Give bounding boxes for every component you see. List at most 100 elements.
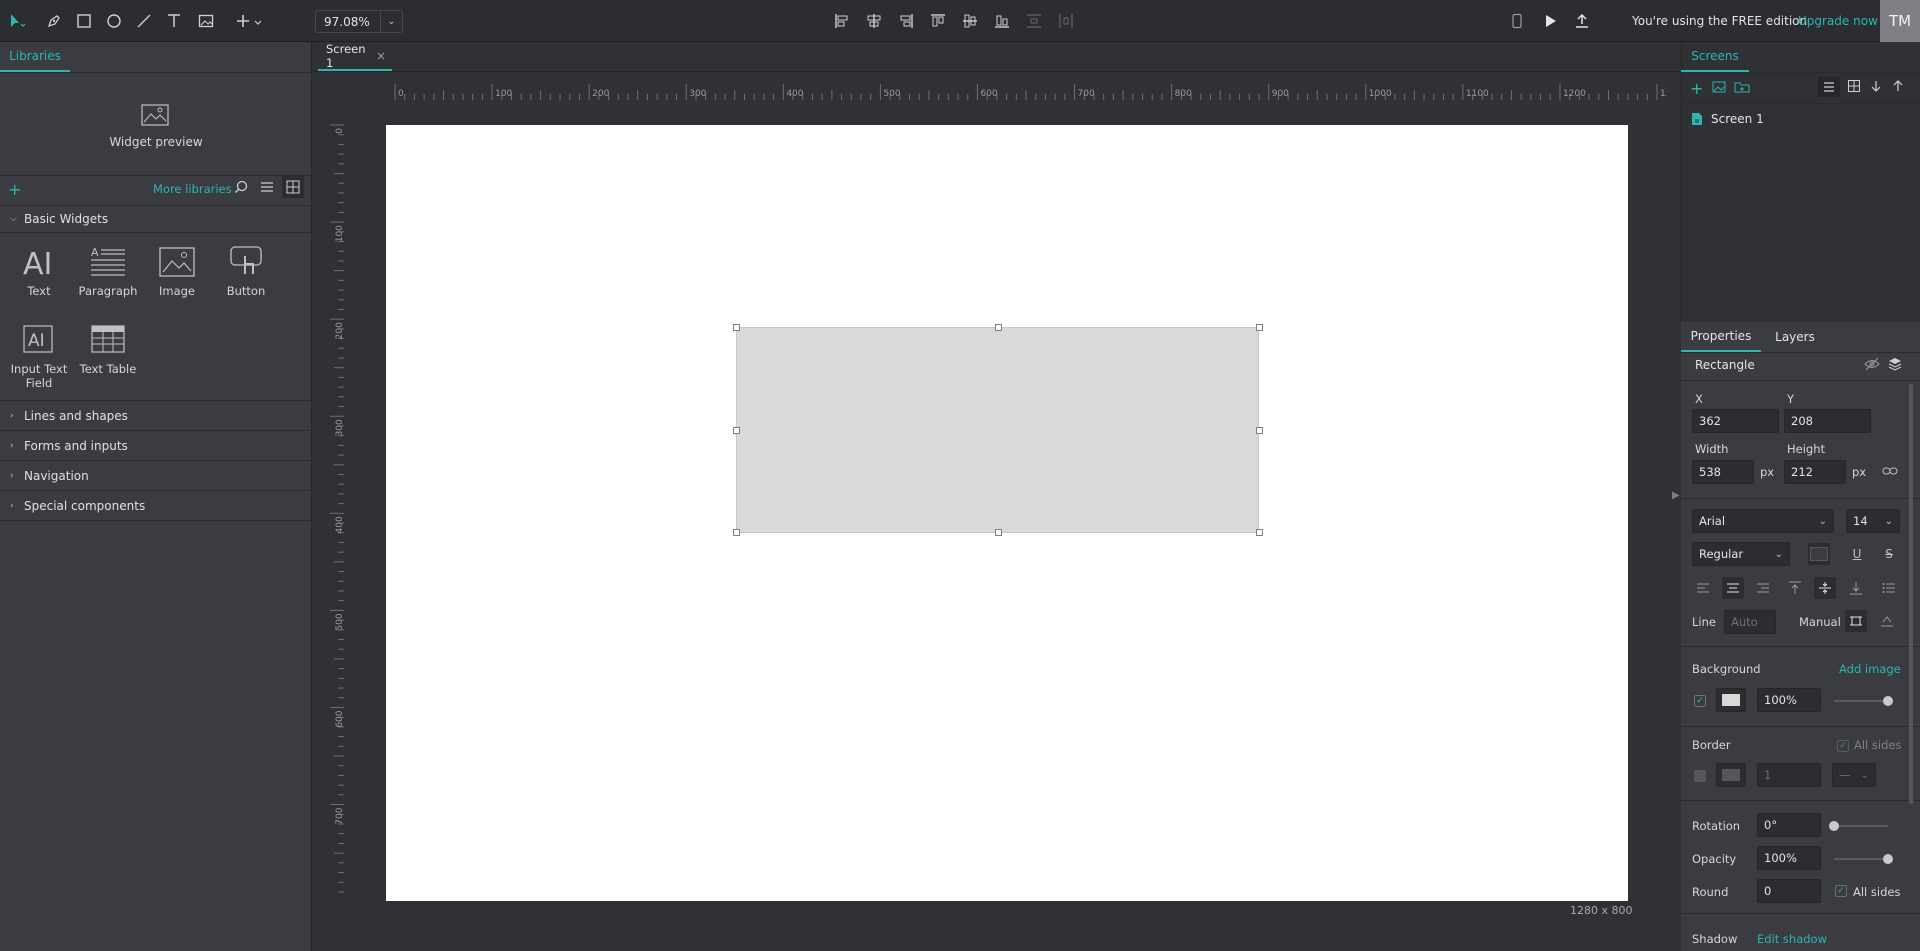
line-height-field[interactable]: Auto <box>1724 610 1776 634</box>
opacity-field[interactable]: 100% <box>1757 846 1821 870</box>
slider-knob[interactable] <box>1883 696 1893 706</box>
fixed-size-icon[interactable] <box>1845 610 1867 632</box>
ellipse-tool-icon[interactable] <box>104 11 124 31</box>
tab-screen-1[interactable]: Screen 1 × <box>318 42 392 71</box>
add-screen-icon[interactable]: + <box>1690 79 1703 98</box>
text-color-swatch[interactable] <box>1808 543 1830 565</box>
align-center-h-icon[interactable] <box>864 11 884 31</box>
round-all-sides-checkbox[interactable]: ✓ <box>1835 885 1847 897</box>
list-view-icon[interactable] <box>1818 77 1840 97</box>
resize-handle[interactable] <box>995 324 1002 331</box>
background-opacity-field[interactable]: 100% <box>1757 688 1821 712</box>
resize-handle[interactable] <box>995 529 1002 536</box>
pen-tool-icon[interactable] <box>44 11 64 31</box>
grid-view-icon[interactable] <box>282 176 304 198</box>
border-all-sides-checkbox[interactable]: ✓ <box>1837 740 1849 752</box>
list-bullets-icon[interactable] <box>1878 577 1900 599</box>
hide-eye-icon[interactable] <box>1864 357 1880 374</box>
strikethrough-icon[interactable]: S <box>1878 543 1900 565</box>
valign-bottom-icon[interactable] <box>1845 577 1867 599</box>
auto-size-icon[interactable] <box>1876 610 1898 632</box>
align-text-right-icon[interactable] <box>1752 577 1774 599</box>
section-special-components[interactable]: › Special components <box>10 499 145 513</box>
move-down-icon[interactable] <box>1870 80 1882 95</box>
distribute-v-icon[interactable] <box>1056 11 1076 31</box>
background-opacity-slider[interactable] <box>1834 700 1888 702</box>
link-icon[interactable] <box>1882 465 1898 480</box>
tab-screens[interactable]: Screens <box>1681 42 1749 72</box>
section-basic-widgets[interactable]: ⌵ Basic Widgets <box>10 212 108 226</box>
slider-knob[interactable] <box>1829 821 1839 831</box>
add-tool-icon[interactable] <box>234 11 266 31</box>
valign-middle-icon[interactable] <box>1814 577 1836 599</box>
edit-shadow-link[interactable]: Edit shadow <box>1757 932 1827 946</box>
resize-handle[interactable] <box>733 324 740 331</box>
image-tool-icon[interactable] <box>196 11 216 31</box>
selected-rectangle[interactable] <box>736 327 1259 533</box>
collapse-right-icon[interactable]: ▶ <box>1672 490 1680 501</box>
select-tool-icon[interactable] <box>8 11 28 31</box>
resize-handle[interactable] <box>733 427 740 434</box>
properties-scrollbar[interactable] <box>1909 384 1913 804</box>
screen-list-item[interactable]: Screen 1 <box>1681 108 1920 130</box>
search-icon[interactable] <box>234 180 248 197</box>
layers-icon[interactable] <box>1888 357 1902 374</box>
close-icon[interactable]: × <box>376 49 386 63</box>
round-field[interactable]: 0 <box>1757 879 1821 903</box>
width-field[interactable]: 538 <box>1692 460 1754 484</box>
tab-libraries[interactable]: Libraries <box>0 42 70 72</box>
more-libraries-link[interactable]: More libraries <box>153 182 232 196</box>
border-color-swatch[interactable] <box>1716 763 1746 787</box>
slider-knob[interactable] <box>1883 854 1893 864</box>
background-color-swatch[interactable] <box>1716 688 1746 712</box>
resize-handle[interactable] <box>733 529 740 536</box>
align-top-icon[interactable] <box>928 11 948 31</box>
align-text-left-icon[interactable] <box>1692 577 1714 599</box>
underline-icon[interactable]: U <box>1846 543 1868 565</box>
upgrade-link[interactable]: Upgrade now <box>1798 14 1878 28</box>
font-size-select[interactable]: 14 ⌄ <box>1846 509 1900 533</box>
tab-layers[interactable]: Layers <box>1765 322 1825 352</box>
x-field[interactable]: 362 <box>1692 409 1779 433</box>
widget-input-text-field[interactable]: AI Input Text Field <box>4 322 74 390</box>
chevron-down-icon[interactable]: ⌄ <box>380 11 402 32</box>
section-lines-and-shapes[interactable]: › Lines and shapes <box>10 409 128 423</box>
border-width-field[interactable]: 1 <box>1757 763 1821 787</box>
add-folder-icon[interactable] <box>1734 80 1750 97</box>
widget-image[interactable]: Image <box>142 244 212 298</box>
opacity-slider[interactable] <box>1834 858 1888 860</box>
grid-view-icon[interactable] <box>1848 80 1860 95</box>
list-view-icon[interactable] <box>260 180 274 197</box>
rectangle-tool-icon[interactable] <box>74 11 94 31</box>
font-family-select[interactable]: Arial ⌄ <box>1692 509 1834 533</box>
font-weight-select[interactable]: Regular ⌄ <box>1692 542 1790 566</box>
valign-top-icon[interactable] <box>1784 577 1806 599</box>
widget-button[interactable]: Button <box>211 244 281 298</box>
tab-properties[interactable]: Properties <box>1681 322 1761 352</box>
resize-handle[interactable] <box>1256 324 1263 331</box>
height-field[interactable]: 212 <box>1784 460 1846 484</box>
widget-paragraph[interactable]: A Paragraph <box>73 244 143 298</box>
text-tool-icon[interactable] <box>164 11 184 31</box>
widget-text-table[interactable]: Text Table <box>73 322 143 376</box>
add-library-icon[interactable]: + <box>8 180 21 199</box>
zoom-select[interactable]: 97.08% ⌄ <box>315 10 403 33</box>
border-style-select[interactable]: — ⌄ <box>1832 763 1876 787</box>
play-icon[interactable] <box>1540 11 1560 31</box>
align-bottom-icon[interactable] <box>992 11 1012 31</box>
avatar[interactable]: TM <box>1880 0 1920 42</box>
section-navigation[interactable]: › Navigation <box>10 469 89 483</box>
align-text-center-icon[interactable] <box>1722 577 1744 599</box>
distribute-h-icon[interactable] <box>1024 11 1044 31</box>
resize-handle[interactable] <box>1256 427 1263 434</box>
rotation-field[interactable]: 0° <box>1757 813 1821 837</box>
widget-text[interactable]: AI Text <box>4 244 74 298</box>
add-image-screen-icon[interactable] <box>1712 80 1726 97</box>
align-right-icon[interactable] <box>896 11 916 31</box>
line-tool-icon[interactable] <box>134 11 154 31</box>
y-field[interactable]: 208 <box>1784 409 1871 433</box>
rotation-slider[interactable] <box>1834 825 1888 827</box>
export-icon[interactable] <box>1572 11 1592 31</box>
resize-handle[interactable] <box>1256 529 1263 536</box>
align-middle-icon[interactable] <box>960 11 980 31</box>
